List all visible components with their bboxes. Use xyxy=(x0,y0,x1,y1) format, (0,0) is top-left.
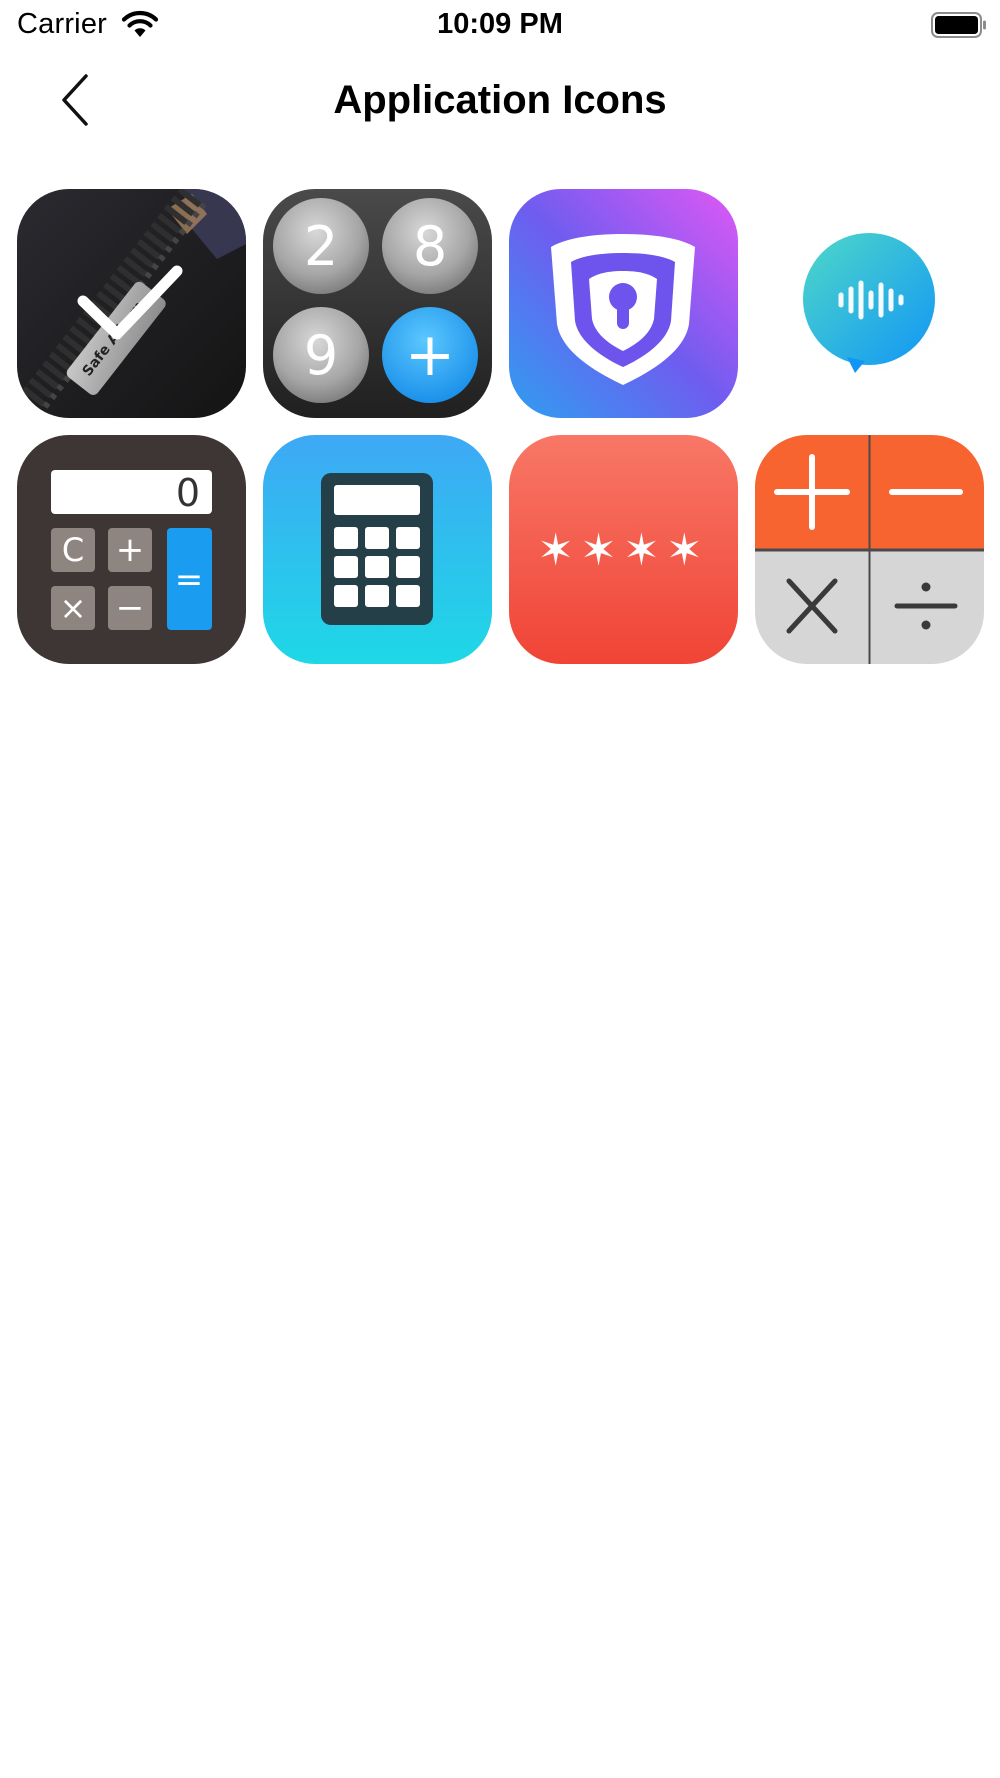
svg-text:=: = xyxy=(175,560,204,600)
svg-text:✶✶✶✶: ✶✶✶✶ xyxy=(537,525,708,576)
svg-text:2: 2 xyxy=(304,215,338,278)
number-keys-app-icon[interactable]: 2 8 9 + xyxy=(263,189,492,418)
svg-text:+: + xyxy=(116,530,145,570)
app-icon-grid: Safe Album 2 8 9 + 0 C + × − = ✶✶✶✶ xyxy=(17,189,987,664)
navigation-bar: Application Icons xyxy=(0,52,1000,150)
svg-text:−: − xyxy=(116,588,145,628)
svg-text:9: 9 xyxy=(304,324,338,387)
page-title: Application Icons xyxy=(333,78,667,122)
svg-text:0: 0 xyxy=(176,471,200,515)
calculator-display-app-icon[interactable]: 0 C + × − = xyxy=(17,435,246,664)
svg-text:C: C xyxy=(62,531,84,569)
voice-bubble-app-icon[interactable] xyxy=(755,189,984,418)
svg-text:8: 8 xyxy=(413,215,447,278)
math-operators-app-icon[interactable] xyxy=(755,435,984,664)
passcode-app-icon[interactable]: ✶✶✶✶ xyxy=(509,435,738,664)
status-bar: Carrier 10:09 PM xyxy=(0,0,1000,52)
calculator-blue-app-icon[interactable] xyxy=(263,435,492,664)
battery-icon xyxy=(931,12,986,38)
status-time: 10:09 PM xyxy=(437,8,563,40)
safe-album-app-icon[interactable]: Safe Album xyxy=(17,189,246,418)
svg-text:+: + xyxy=(405,320,455,390)
shield-lock-app-icon[interactable] xyxy=(509,189,738,418)
svg-text:×: × xyxy=(60,589,87,627)
